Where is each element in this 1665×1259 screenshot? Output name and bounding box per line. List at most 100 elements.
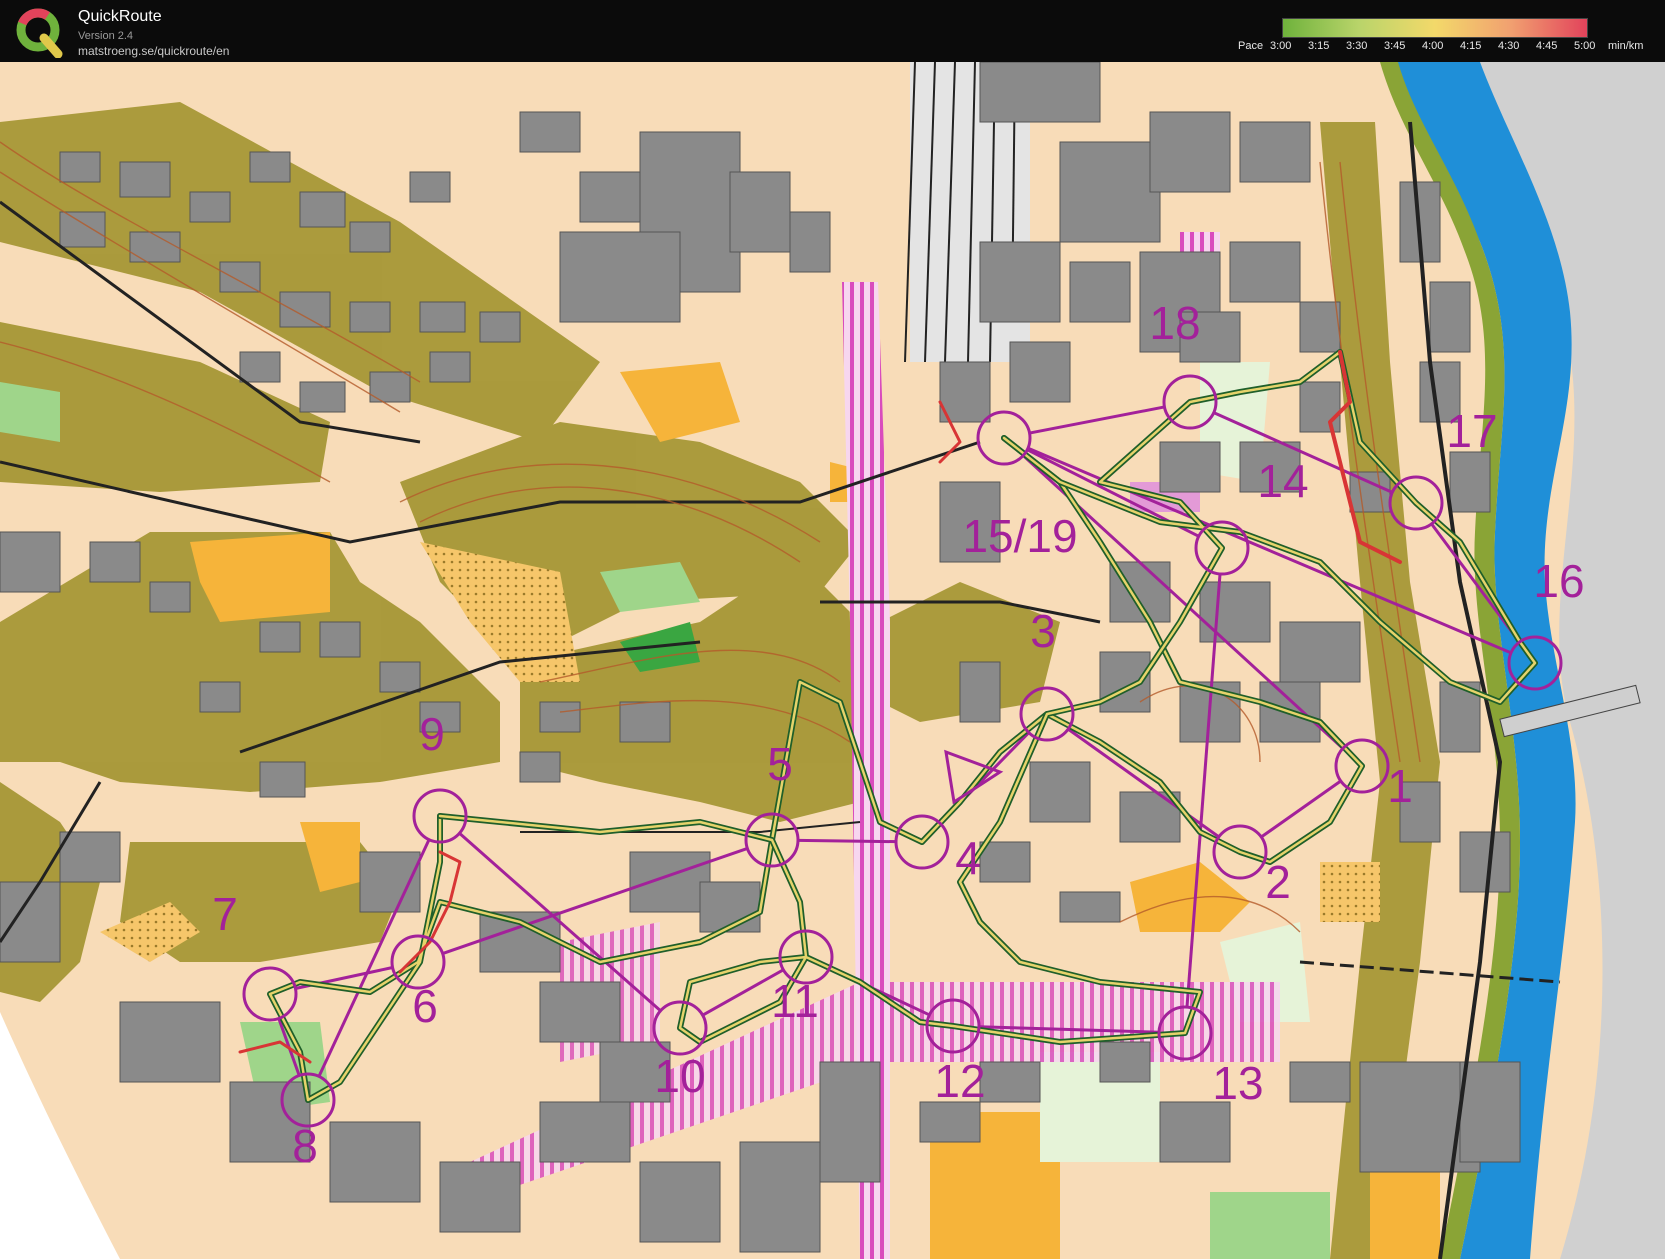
building xyxy=(349,301,391,333)
building xyxy=(539,701,581,733)
building xyxy=(299,381,346,413)
pace-tick: 4:30 xyxy=(1498,40,1520,52)
control-number: 8 xyxy=(292,1120,318,1172)
building xyxy=(439,1161,521,1233)
building xyxy=(1099,1041,1151,1083)
building xyxy=(1159,1101,1231,1163)
control-number: 18 xyxy=(1149,297,1200,349)
map-canvas[interactable]: 123456789101112 131415/19161718 xyxy=(0,62,1665,1259)
control-number: 14 xyxy=(1257,455,1308,507)
building xyxy=(129,231,181,263)
building xyxy=(1029,761,1091,823)
building xyxy=(259,621,301,653)
course-leg xyxy=(797,838,897,844)
building xyxy=(729,171,791,253)
building xyxy=(219,261,261,293)
pace-tick: 4:45 xyxy=(1536,40,1558,52)
control-number: 9 xyxy=(419,708,445,760)
building xyxy=(639,1161,721,1243)
control-number: 1 xyxy=(1387,760,1413,812)
building xyxy=(1159,441,1221,493)
pace-tick: 4:15 xyxy=(1460,40,1482,52)
building xyxy=(1299,381,1341,433)
building xyxy=(1149,111,1231,193)
building xyxy=(739,1141,821,1253)
building xyxy=(1299,301,1341,353)
building xyxy=(1429,281,1471,353)
building xyxy=(1069,261,1131,323)
control-number: 16 xyxy=(1533,555,1584,607)
building xyxy=(1459,831,1511,893)
control-number: 10 xyxy=(654,1050,705,1102)
app-url[interactable]: matstroeng.se/quickroute/en xyxy=(78,44,229,58)
building xyxy=(1199,581,1271,643)
building xyxy=(239,351,281,383)
header-bar: QuickRoute Version 2.4 matstroeng.se/qui… xyxy=(0,0,1665,62)
building xyxy=(419,301,466,333)
pace-legend-labels: Pace 3:00 3:15 3:30 3:45 4:00 4:15 4:30 … xyxy=(1238,40,1658,56)
building xyxy=(519,111,581,153)
building xyxy=(1289,1061,1351,1103)
building xyxy=(319,621,361,658)
quickroute-logo-icon xyxy=(16,8,63,58)
orienteering-map[interactable]: 1 2 3 4 5 6 7 8 9 10 11 12 13 14 15/19 16 17 18 xyxy=(0,62,1665,1259)
building xyxy=(59,151,101,183)
pace-label: Pace xyxy=(1238,40,1264,52)
building xyxy=(629,851,711,913)
control-number: 3 xyxy=(1030,605,1056,657)
control-number: 7 xyxy=(212,888,238,940)
control-number: 2 xyxy=(1265,856,1291,908)
building xyxy=(199,681,241,713)
control-number: 12 xyxy=(934,1055,985,1107)
building xyxy=(539,1101,631,1163)
pace-gradient-bar xyxy=(1282,18,1588,38)
building xyxy=(0,531,61,593)
building xyxy=(379,661,421,693)
control-number: 15/19 xyxy=(962,510,1077,562)
building xyxy=(409,171,451,203)
building xyxy=(349,221,391,253)
building xyxy=(1009,341,1071,403)
building xyxy=(1229,241,1301,303)
app-version: Version 2.4 xyxy=(78,30,134,42)
building xyxy=(479,311,521,343)
building xyxy=(619,701,671,743)
building xyxy=(1059,891,1121,923)
pace-tick: 3:45 xyxy=(1384,40,1406,52)
building xyxy=(259,761,306,798)
building xyxy=(519,751,561,783)
building xyxy=(959,661,1001,723)
control-number: 6 xyxy=(412,980,438,1032)
building xyxy=(1349,471,1391,513)
building xyxy=(249,151,291,183)
building xyxy=(329,1121,421,1203)
building xyxy=(1059,141,1161,243)
pace-tick: 3:00 xyxy=(1270,40,1292,52)
building xyxy=(539,981,621,1043)
building xyxy=(1449,451,1491,513)
control-number: 4 xyxy=(955,832,981,884)
building xyxy=(919,1101,981,1143)
building xyxy=(819,1061,881,1183)
building xyxy=(979,62,1101,123)
building xyxy=(939,361,991,423)
pace-tick: 3:30 xyxy=(1346,40,1368,52)
pace-tick: 5:00 xyxy=(1574,40,1596,52)
building xyxy=(119,1001,221,1083)
control-number: 11 xyxy=(771,975,819,1027)
building xyxy=(1459,1061,1521,1163)
building xyxy=(189,191,231,223)
control-number: 13 xyxy=(1212,1057,1263,1109)
building xyxy=(279,291,331,328)
building xyxy=(559,231,681,323)
app-title: QuickRoute xyxy=(78,8,162,25)
pace-tick: 4:00 xyxy=(1422,40,1444,52)
building xyxy=(789,211,831,273)
building xyxy=(59,211,106,248)
building xyxy=(359,851,421,913)
building xyxy=(1279,621,1361,683)
building xyxy=(979,1061,1041,1103)
building xyxy=(979,841,1031,883)
control-number: 5 xyxy=(767,738,793,790)
building xyxy=(429,351,471,383)
